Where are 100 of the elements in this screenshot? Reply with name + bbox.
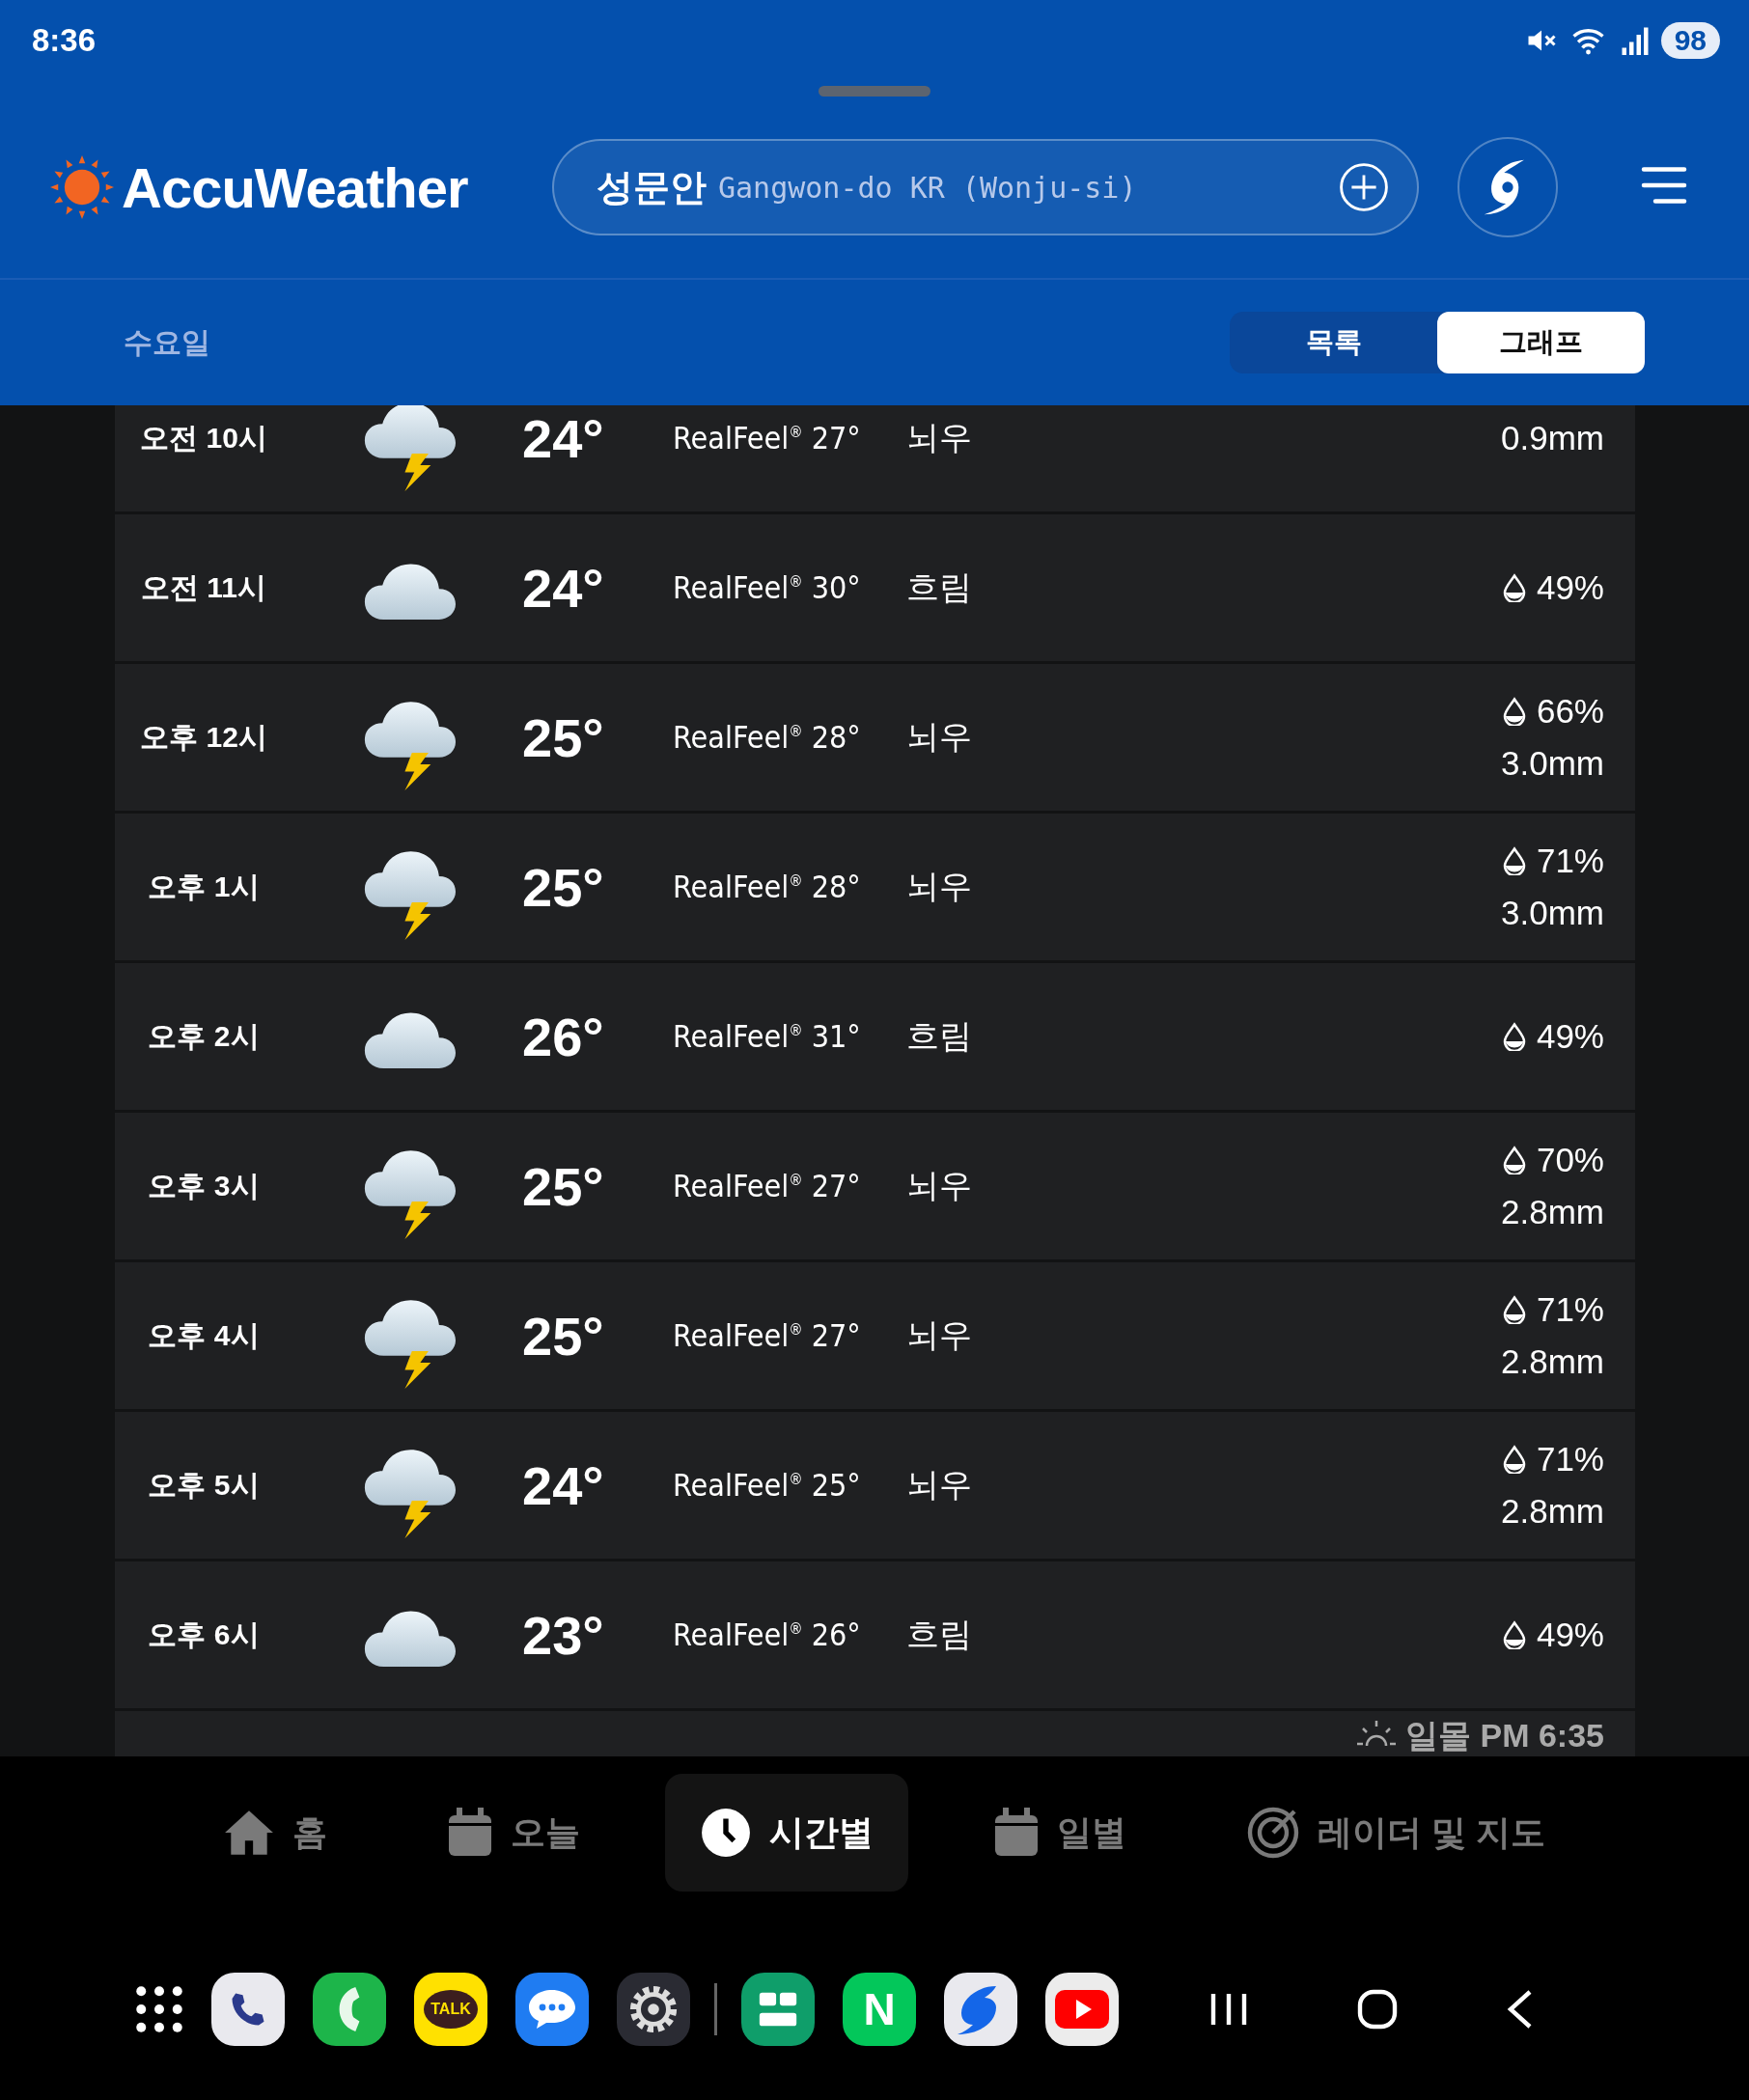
app-icon[interactable] (313, 1973, 386, 2047)
precip-chance: 71% (1536, 842, 1604, 880)
raindrop-icon (1501, 1146, 1527, 1174)
realfeel-temperature: RealFeel$^{®}$ 27° (673, 420, 862, 456)
app-icon[interactable]: TALK (414, 1973, 487, 2047)
app-icon[interactable] (741, 1973, 815, 2047)
temperature: 25° (522, 855, 605, 919)
hour-time: 오후 2시 (147, 1018, 261, 1054)
raindrop-icon (1501, 1620, 1527, 1649)
condition: 뇌우 (906, 1315, 973, 1355)
settings-icon[interactable] (617, 1973, 690, 2047)
condition: 흐림 (906, 567, 973, 607)
hour-time: 오후 6시 (147, 1616, 261, 1652)
nav-tab[interactable]: 일별 (958, 1774, 1161, 1893)
condition: 뇌우 (906, 418, 973, 457)
add-icon (1338, 161, 1390, 213)
sun-logo-icon (50, 155, 114, 219)
precip-amount: 3.0mm (1501, 744, 1604, 783)
play-icon (1055, 1990, 1109, 2030)
precip-amount: 3.0mm (1501, 894, 1604, 932)
nav-tab[interactable]: 시간별 (665, 1774, 908, 1893)
hour-time: 오전 10시 (139, 420, 268, 456)
location-name: 성문안 (597, 165, 707, 209)
condition: 뇌우 (906, 867, 973, 906)
location-detail: Gangwon-do KR (Wonju-si) (718, 170, 1138, 205)
temperature: 25° (522, 1304, 605, 1368)
location-field[interactable]: 성문안 Gangwon-do KR (Wonju-si) (552, 139, 1419, 235)
precip-chance: 49% (1536, 1017, 1604, 1056)
day-label: 수요일 (124, 324, 211, 360)
precip-chance: 71% (1536, 1290, 1604, 1329)
precip-chance: 66% (1536, 692, 1604, 731)
realfeel-temperature: RealFeel$^{®}$ 27° (673, 1317, 862, 1354)
realfeel-temperature: RealFeel$^{®}$ 25° (673, 1467, 862, 1504)
hour-row[interactable]: 오후 3시 25° RealFeel$^{®}$ 27° 뇌우 70% 2.8mm (115, 1113, 1635, 1259)
realfeel-temperature: RealFeel$^{®}$ 30° (673, 569, 862, 606)
condition: 흐림 (906, 1016, 973, 1056)
nav-tab[interactable]: 오늘 (412, 1774, 615, 1893)
hour-row[interactable]: 오전 11시 24° RealFeel$^{®}$ 30° 흐림 49% (115, 514, 1635, 661)
hour-row[interactable]: 오후 6시 23° RealFeel$^{®}$ 26° 흐림 49% (115, 1561, 1635, 1708)
temperature: 26° (522, 1005, 605, 1068)
nav-tab[interactable]: 홈 (188, 1774, 362, 1893)
talk-text: TALK (430, 2001, 471, 2019)
temperature: 23° (522, 1603, 605, 1667)
brand-name: AccuWeather (122, 154, 468, 220)
hour-time: 오전 11시 (139, 569, 268, 605)
realfeel-temperature: RealFeel$^{®}$ 26° (673, 1616, 862, 1653)
precip-amount: 2.8mm (1501, 1342, 1604, 1381)
hour-row[interactable]: 오전 10시 24° RealFeel$^{®}$ 27° 뇌우 0.9mm (115, 405, 1635, 511)
naver-letter: N (863, 1983, 896, 2036)
menu-icon[interactable] (1641, 165, 1687, 206)
hour-row[interactable]: 오후 2시 26° RealFeel$^{®}$ 31° 흐림 49% (115, 963, 1635, 1110)
sunset-time: 일몰 PM 6:35 (1405, 1717, 1604, 1754)
home-button-icon[interactable] (1356, 1988, 1399, 2031)
precip-amount: 2.8mm (1501, 1492, 1604, 1531)
hour-time: 오후 5시 (147, 1467, 261, 1503)
precip-chance: 49% (1536, 568, 1604, 607)
raindrop-icon (1501, 846, 1527, 875)
precip-amount: 2.8mm (1501, 1193, 1604, 1231)
view-tab[interactable]: 그래프 (1437, 312, 1645, 373)
app-icon[interactable] (944, 1973, 1017, 2047)
app-icon[interactable] (1045, 1973, 1119, 2047)
temperature: 24° (522, 406, 605, 470)
realfeel-temperature: RealFeel$^{®}$ 28° (673, 869, 862, 905)
home-icon (223, 1809, 275, 1858)
precip-chance: 49% (1536, 1616, 1604, 1654)
precip-chance: 71% (1536, 1440, 1604, 1478)
raindrop-icon (1501, 697, 1527, 726)
condition: 뇌우 (906, 717, 973, 757)
hour-row[interactable]: 오후 5시 24° RealFeel$^{®}$ 25° 뇌우 71% 2.8mm (115, 1412, 1635, 1559)
temperature: 24° (522, 1453, 605, 1517)
app-icon[interactable] (211, 1973, 285, 2047)
storm-button[interactable] (1458, 137, 1558, 237)
hour-row[interactable]: 오후 4시 25° RealFeel$^{®}$ 27° 뇌우 71% 2.8mm (115, 1262, 1635, 1409)
realfeel-temperature: RealFeel$^{®}$ 28° (673, 719, 862, 756)
hour-time: 오후 1시 (147, 869, 261, 904)
condition: 뇌우 (906, 1465, 973, 1505)
condition: 흐림 (906, 1615, 973, 1654)
hour-time: 오후 3시 (147, 1168, 261, 1203)
temperature: 25° (522, 1154, 605, 1218)
raindrop-icon (1501, 1022, 1527, 1051)
temperature: 25° (522, 705, 605, 769)
realfeel-temperature: RealFeel$^{®}$ 31° (673, 1018, 862, 1055)
app-drawer-icon[interactable] (135, 1985, 183, 2034)
drag-handle[interactable] (819, 86, 930, 97)
realfeel-temperature: RealFeel$^{®}$ 27° (673, 1168, 862, 1204)
battery-level: 98 (1660, 22, 1720, 59)
nav-tab[interactable]: 레이더 및 지도 (1211, 1774, 1580, 1893)
status-time: 8:36 (32, 22, 97, 59)
hour-row[interactable]: 오후 1시 25° RealFeel$^{®}$ 28° 뇌우 71% 3.0mm (115, 814, 1635, 960)
app-icon[interactable] (515, 1973, 589, 2047)
radar-icon (1246, 1806, 1300, 1861)
hour-row[interactable]: 오후 12시 25° RealFeel$^{®}$ 28° 뇌우 66% 3.0mm (115, 664, 1635, 811)
condition: 뇌우 (906, 1166, 973, 1205)
view-tab[interactable]: 목록 (1230, 312, 1437, 373)
temperature: 24° (522, 556, 605, 620)
raindrop-icon (1501, 1445, 1527, 1474)
precip-chance: 70% (1536, 1141, 1604, 1179)
precip-amount: 0.9mm (1501, 419, 1604, 457)
raindrop-icon (1501, 573, 1527, 602)
hour-time: 오후 12시 (139, 719, 268, 755)
